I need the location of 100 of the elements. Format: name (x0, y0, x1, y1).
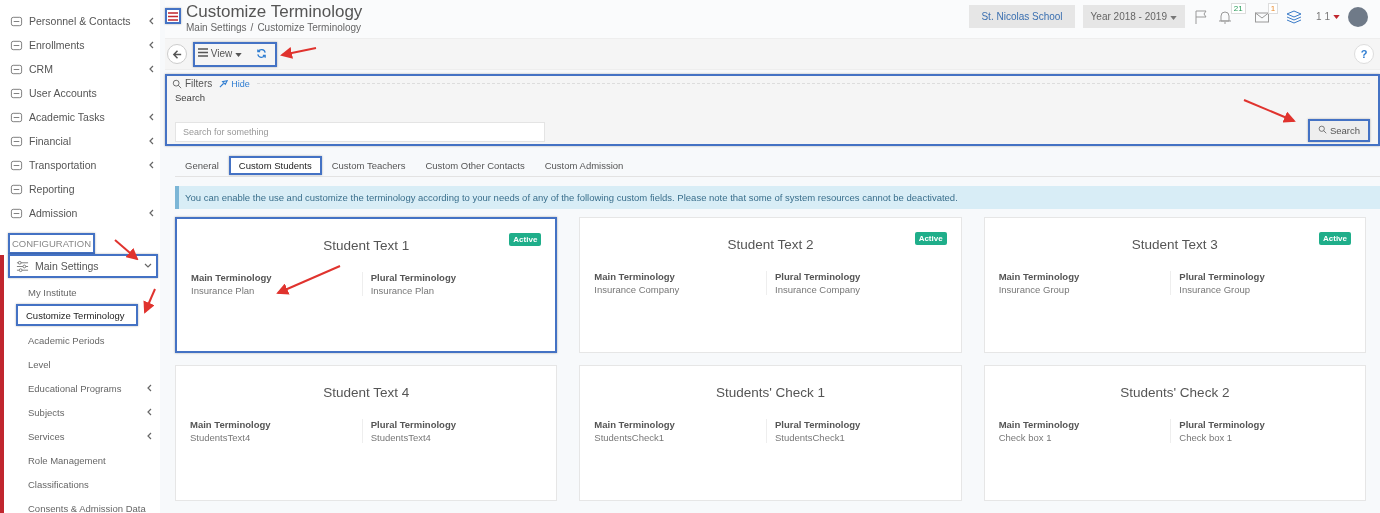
caret-icon (1169, 16, 1177, 20)
bell-icon[interactable] (1216, 8, 1233, 25)
field-value: StudentsCheck1 (594, 432, 666, 443)
chevron-icon (149, 161, 154, 169)
field-value: StudentsText4 (370, 432, 432, 443)
menu-button[interactable] (165, 8, 181, 24)
annotation-arrow (280, 47, 317, 59)
refresh-icon[interactable] (256, 47, 268, 59)
card-title: Students' Check 1 (715, 385, 826, 400)
submenu-item[interactable]: Level (24, 352, 158, 376)
breadcrumb-current: Customize Terminology (257, 22, 362, 33)
breadcrumb-separator: / (250, 22, 254, 33)
search-label: Search (175, 92, 207, 103)
card-title: Student Text 1 (323, 238, 410, 253)
sidebar-item[interactable]: Academic Tasks (0, 105, 160, 129)
field-value: Insurance Plan (370, 285, 436, 296)
hide-link[interactable]: Hide (231, 78, 250, 89)
list-icon (198, 47, 208, 57)
sidebar-item[interactable]: User Accounts (0, 81, 160, 105)
chevron-icon (149, 113, 154, 121)
sidebar-item[interactable]: Reporting (0, 177, 160, 201)
sidebar-item[interactable]: Financial (0, 129, 160, 153)
submenu-item[interactable]: Academic Periods (24, 328, 158, 352)
menu-icon (168, 11, 178, 21)
tab[interactable]: General (175, 155, 229, 175)
status-badge: Active (509, 233, 542, 246)
annotation-arrow (1243, 99, 1296, 123)
view-dropdown[interactable]: View (198, 47, 243, 59)
field-value: Insurance Group (1179, 284, 1252, 295)
arrow-left-icon (171, 48, 183, 60)
school-button[interactable]: St. Nicolas School (969, 5, 1075, 28)
sidebar-item[interactable]: Enrollments (0, 33, 160, 57)
tab[interactable]: Custom Admission (534, 155, 634, 175)
card-title: Student Text 4 (323, 385, 410, 400)
breadcrumb-link[interactable]: Main Settings (186, 22, 247, 33)
card-title: Student Text 3 (1131, 237, 1218, 252)
field-label: Main Terminology (191, 272, 273, 283)
field-value: Insurance Company (775, 284, 862, 295)
field-label: Main Terminology (998, 271, 1081, 282)
chevron-icon (149, 41, 154, 49)
search-icon (172, 78, 182, 89)
field-value: StudentsText4 (190, 432, 252, 443)
submenu-item[interactable]: Classifications (24, 472, 158, 496)
annotation-arrow (114, 239, 139, 261)
annotation-arrow (276, 265, 341, 295)
sliders-icon (16, 259, 29, 273)
card-title: Student Text 2 (727, 237, 814, 252)
tab[interactable]: Custom Students (228, 155, 322, 175)
field-value: Check box 1 (1179, 432, 1234, 443)
chevron-icon (147, 384, 152, 392)
back-button[interactable] (167, 44, 187, 64)
section-heading: CONFIGURATION (8, 233, 95, 254)
field-label: Plural Terminology (1179, 419, 1266, 430)
field-label: Main Terminology (594, 271, 676, 282)
search-field[interactable]: Search for something (175, 122, 545, 142)
annotation-arrow (143, 288, 156, 314)
chevron-icon (149, 65, 154, 73)
tab[interactable]: Custom Other Contacts (415, 155, 535, 175)
status-badge: Active (914, 232, 947, 245)
tab[interactable]: Custom Teachers (321, 155, 416, 175)
user-menu[interactable]: 1 1 (1316, 11, 1330, 22)
sidebar-item[interactable]: Personnel & Contacts (0, 9, 160, 33)
status-badge: Active (1319, 232, 1351, 245)
pin-icon (219, 79, 229, 88)
submenu-item[interactable]: Role Management (24, 448, 158, 472)
submenu-item[interactable]: Consents & Admission Data (24, 496, 158, 513)
notification-count: 21 (1230, 2, 1246, 14)
sidebar-group[interactable]: Main Settings (8, 254, 158, 278)
submenu-item[interactable]: Services (24, 424, 158, 448)
field-label: Plural Terminology (775, 271, 862, 282)
help-button[interactable]: ? (1354, 44, 1374, 64)
chevron-icon (149, 17, 154, 25)
submenu-item[interactable]: Subjects (24, 400, 158, 424)
field-label: Plural Terminology (370, 419, 457, 430)
field-value: Check box 1 (998, 432, 1053, 443)
field-value: Insurance Group (998, 284, 1071, 295)
submenu-item[interactable]: My Institute (24, 280, 158, 304)
message-count: 1 (1267, 2, 1279, 14)
layers-icon[interactable] (1286, 8, 1303, 25)
avatar[interactable] (1348, 6, 1368, 27)
chevron-icon (144, 262, 152, 270)
card-title: Students' Check 2 (1120, 385, 1230, 400)
submenu-item[interactable]: Educational Programs (24, 376, 158, 400)
sidebar-item[interactable]: CRM (0, 57, 160, 81)
filters-title: Filters (185, 78, 213, 89)
chevron-icon (149, 137, 154, 145)
search-icon (1318, 125, 1328, 134)
caret-icon (235, 52, 243, 57)
page-title: Customize Terminology (186, 2, 363, 22)
field-label: Plural Terminology (370, 272, 457, 283)
sidebar-item[interactable]: Admission (0, 201, 160, 225)
field-label: Main Terminology (998, 419, 1081, 430)
field-label: Plural Terminology (775, 419, 862, 430)
year-dropdown[interactable]: Year 2018 - 2019 (1082, 5, 1185, 28)
search-button[interactable]: Search (1308, 119, 1370, 142)
chevron-icon (147, 408, 152, 416)
submenu-item[interactable]: Customize Terminology (16, 304, 138, 326)
caret-icon (1333, 14, 1340, 19)
field-value: Insurance Plan (191, 285, 256, 296)
sidebar-item[interactable]: Transportation (0, 153, 160, 177)
